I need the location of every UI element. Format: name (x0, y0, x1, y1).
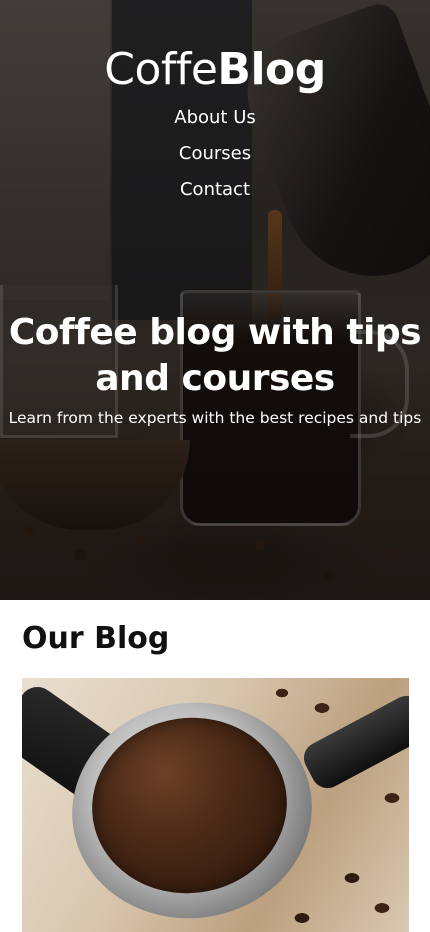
nav-link-courses[interactable]: Courses (0, 136, 430, 172)
nav-link-about-us[interactable]: About Us (0, 100, 430, 136)
blog-heading: Our Blog (22, 621, 170, 656)
main-navigation: About Us Courses Contact (0, 100, 430, 208)
hero-title: Coffee blog with tips and courses (8, 312, 422, 399)
blog-section: Our Blog (0, 600, 430, 932)
hero-section: CoffeBlog About Us Courses Contact Coffe… (0, 0, 430, 600)
logo-text-bold: Blog (217, 44, 326, 95)
hero-subtitle: Learn from the experts with the best rec… (8, 409, 422, 427)
site-logo[interactable]: CoffeBlog (0, 44, 430, 96)
blog-post-image[interactable] (22, 678, 409, 932)
logo-text-light: Coffe (104, 44, 218, 95)
nav-link-contact[interactable]: Contact (0, 172, 430, 208)
